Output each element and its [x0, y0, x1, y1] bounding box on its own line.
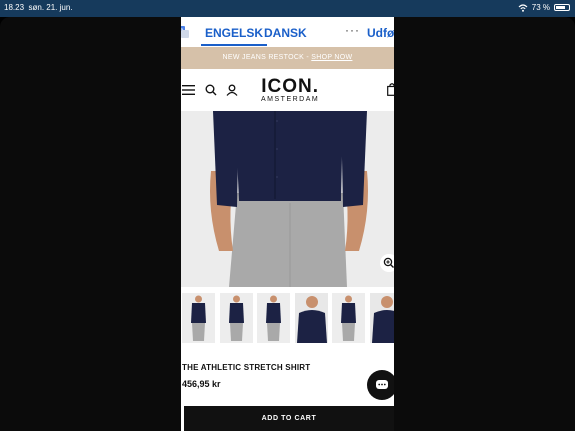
product-title: THE ATHLETIC STRETCH SHIRT	[182, 363, 311, 372]
product-thumbnail[interactable]	[182, 293, 215, 343]
search-icon[interactable]	[205, 84, 217, 96]
lang-english-tab[interactable]: ENGELSK	[200, 26, 268, 46]
promo-text: NEW JEANS RESTOCK -	[222, 54, 312, 61]
product-thumbnail[interactable]	[219, 293, 253, 343]
chat-icon	[376, 380, 388, 389]
battery-percent: 73 %	[531, 3, 550, 12]
promo-banner: NEW JEANS RESTOCK - SHOP NOW	[181, 47, 394, 69]
product-thumbnail[interactable]	[369, 293, 394, 343]
product-thumbnail[interactable]	[294, 293, 328, 343]
translate-bar: G ENGELSK DANSK ··· Udfør	[181, 17, 394, 47]
battery-icon	[554, 4, 570, 11]
done-button[interactable]: Udfør	[367, 26, 394, 40]
product-price: 456,95 kr	[182, 379, 221, 389]
brand-logo[interactable]: ICON. AMSTERDAM	[261, 77, 319, 103]
menu-icon[interactable]	[182, 85, 195, 95]
zoom-icon[interactable]	[380, 254, 394, 272]
mobile-page: G ENGELSK DANSK ··· Udfør NEW JEANS REST…	[181, 17, 394, 431]
account-icon[interactable]	[226, 84, 238, 96]
wifi-icon	[518, 3, 528, 12]
google-translate-icon[interactable]: G	[181, 25, 189, 39]
site-header: ICON. AMSTERDAM	[181, 69, 394, 111]
thumbnail-strip	[181, 293, 394, 347]
model-photo	[181, 111, 394, 287]
chat-button[interactable]	[367, 370, 394, 400]
device-status-bar: 18.23 søn. 21. jun. 73 %	[0, 0, 575, 17]
lang-danish-tab[interactable]: DANSK	[264, 26, 307, 40]
product-thumbnail[interactable]	[257, 293, 290, 343]
product-thumbnail[interactable]	[332, 293, 365, 343]
bag-icon[interactable]	[387, 83, 394, 96]
more-options-icon[interactable]: ···	[345, 23, 360, 37]
shop-now-link[interactable]: SHOP NOW	[311, 54, 352, 61]
status-right: 73 %	[518, 3, 570, 12]
add-to-cart-button[interactable]: ADD TO CART	[184, 406, 394, 431]
status-time: 18.23 søn. 21. jun.	[4, 3, 73, 12]
product-main-image[interactable]	[181, 111, 394, 287]
